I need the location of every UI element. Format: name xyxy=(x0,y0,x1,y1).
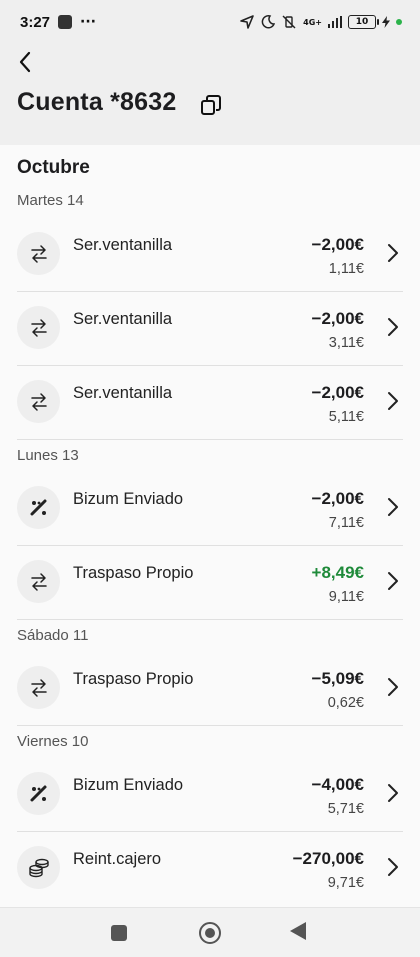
transaction-amount: −2,00€ xyxy=(311,383,364,402)
transaction-name: Reint.cajero xyxy=(73,850,162,868)
transaction-row[interactable]: Ser.ventanilla −2,00€ 1,11€ xyxy=(0,217,420,291)
signal-icon xyxy=(328,16,342,28)
transaction-balance: 9,11€ xyxy=(328,589,364,605)
transaction-balance: 1,11€ xyxy=(328,261,364,277)
transaction-balance: 5,71€ xyxy=(327,801,364,817)
transaction-row[interactable]: Bizum Enviado −4,00€ 5,71€ xyxy=(0,757,420,831)
month-heading: Octubre xyxy=(17,157,90,178)
back-arrow-icon[interactable] xyxy=(14,50,38,74)
transaction-row[interactable]: Traspaso Propio +8,49€ 9,11€ xyxy=(0,545,420,619)
transaction-row[interactable]: Traspaso Propio −5,09€ 0,62€ xyxy=(0,651,420,725)
location-icon xyxy=(240,15,254,29)
transaction-name: Bizum Enviado xyxy=(73,490,184,508)
transaction-row[interactable]: Ser.ventanilla −2,00€ 5,11€ xyxy=(0,365,420,439)
chevron-right-icon xyxy=(388,318,398,336)
transaction-row[interactable]: Ser.ventanilla −2,00€ 3,11€ xyxy=(0,291,420,365)
vibrate-off-icon xyxy=(282,15,296,29)
system-navigation-bar xyxy=(0,907,420,957)
transaction-balance: 9,71€ xyxy=(327,875,364,891)
transaction-name: Traspaso Propio xyxy=(73,564,194,582)
privacy-indicator-icon xyxy=(396,19,402,25)
bizum-icon xyxy=(17,772,60,815)
chevron-right-icon xyxy=(388,858,398,876)
page-title: Cuenta *8632 xyxy=(17,88,177,116)
transaction-balance: 5,11€ xyxy=(328,409,364,425)
transaction-row[interactable]: Bizum Enviado −2,00€ 7,11€ xyxy=(0,471,420,545)
transaction-amount: −2,00€ xyxy=(311,309,364,328)
transaction-name: Ser.ventanilla xyxy=(73,310,173,328)
day-heading: Sábado 11 xyxy=(17,627,89,644)
charging-icon xyxy=(382,16,390,28)
transfer-icon xyxy=(17,380,60,423)
transfer-icon xyxy=(17,232,60,275)
transfer-icon xyxy=(17,560,60,603)
transfer-icon xyxy=(17,666,60,709)
bizum-icon xyxy=(17,486,60,529)
home-button[interactable] xyxy=(199,922,221,944)
network-type: 4G+ xyxy=(303,17,322,27)
transaction-amount: −2,00€ xyxy=(311,235,364,254)
day-heading: Lunes 13 xyxy=(17,447,79,464)
transaction-name: Traspaso Propio xyxy=(73,670,194,688)
transaction-amount: −2,00€ xyxy=(311,489,364,508)
chevron-right-icon xyxy=(388,784,398,802)
dnd-moon-icon xyxy=(261,15,276,29)
chevron-right-icon xyxy=(388,572,398,590)
transaction-amount: −4,00€ xyxy=(311,775,364,794)
transaction-amount: −5,09€ xyxy=(311,669,364,688)
divider xyxy=(17,725,403,726)
chevron-right-icon xyxy=(388,244,398,262)
chevron-right-icon xyxy=(388,678,398,696)
copy-icon[interactable] xyxy=(200,94,222,116)
coins-icon xyxy=(17,846,60,889)
status-bar: 3:27 ··· 4G+ 10 xyxy=(0,0,420,44)
transaction-balance: 0,62€ xyxy=(327,695,364,711)
transfer-icon xyxy=(17,306,60,349)
transaction-balance: 3,11€ xyxy=(328,335,364,351)
more-notifications-icon: ··· xyxy=(80,14,96,30)
day-heading: Martes 14 xyxy=(17,192,84,209)
system-back-button[interactable] xyxy=(290,922,306,940)
transaction-balance: 7,11€ xyxy=(328,515,364,531)
transaction-row[interactable]: Reint.cajero −270,00€ 9,71€ xyxy=(0,831,420,905)
account-header: Cuenta *8632 xyxy=(0,44,420,145)
transaction-amount: +8,49€ xyxy=(311,563,364,582)
chevron-right-icon xyxy=(388,392,398,410)
day-heading: Viernes 10 xyxy=(17,733,89,750)
battery-icon: 10 xyxy=(348,15,379,29)
transaction-name: Bizum Enviado xyxy=(73,776,184,794)
status-time: 3:27 xyxy=(20,13,51,31)
chevron-right-icon xyxy=(388,498,398,516)
recent-apps-button[interactable] xyxy=(111,925,127,941)
divider xyxy=(17,439,403,440)
transaction-amount: −270,00€ xyxy=(292,849,364,868)
transaction-name: Ser.ventanilla xyxy=(73,384,173,402)
transaction-name: Ser.ventanilla xyxy=(73,236,173,254)
divider xyxy=(17,619,403,620)
notification-icon xyxy=(58,15,73,29)
